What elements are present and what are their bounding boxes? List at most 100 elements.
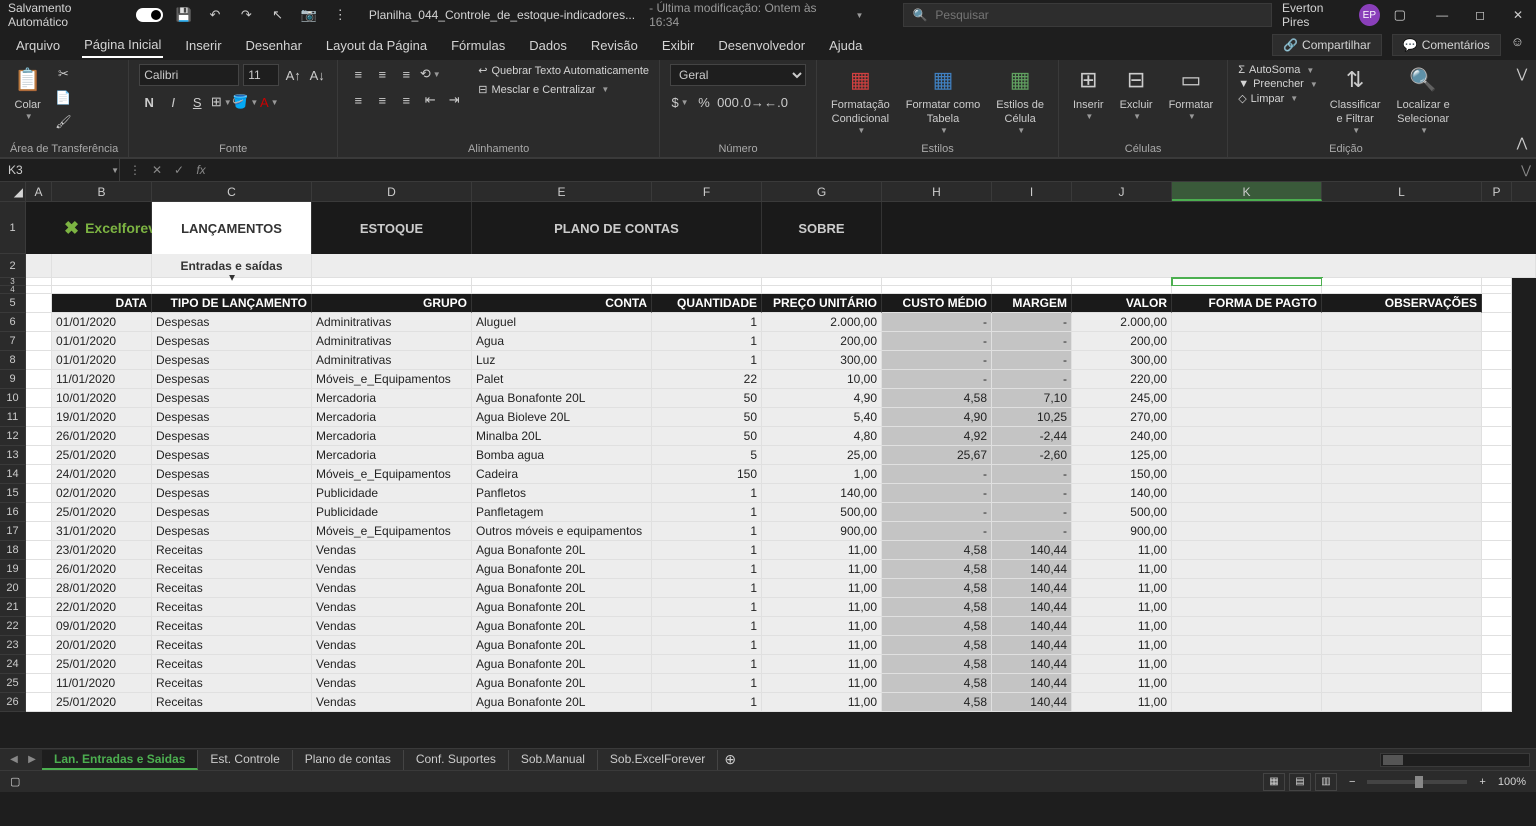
sheet-tab[interactable]: Sob.Manual — [509, 750, 598, 770]
row-header-17[interactable]: 17 — [0, 522, 26, 541]
cell[interactable]: 10,00 — [762, 370, 882, 389]
cell[interactable]: -2,44 — [992, 427, 1072, 446]
menu-tab-desenhar[interactable]: Desenhar — [244, 34, 304, 57]
align-center-icon[interactable]: ≡ — [372, 90, 392, 110]
cell[interactable] — [1322, 427, 1482, 446]
cell[interactable]: Mercadoria — [312, 408, 472, 427]
underline-icon[interactable]: S — [187, 92, 207, 112]
cell[interactable]: Bomba agua — [472, 446, 652, 465]
column-header-J[interactable]: J — [1072, 182, 1172, 201]
table-header[interactable]: CUSTO MÉDIO — [882, 294, 992, 313]
search-box[interactable]: 🔍 — [903, 3, 1272, 27]
cell[interactable]: 4,92 — [882, 427, 992, 446]
selected-cell[interactable] — [1172, 278, 1322, 286]
zoom-level[interactable]: 100% — [1498, 776, 1526, 788]
cell[interactable]: Vendas — [312, 655, 472, 674]
cell[interactable]: 140,44 — [992, 598, 1072, 617]
cell[interactable]: 500,00 — [762, 503, 882, 522]
cell[interactable]: - — [882, 370, 992, 389]
cell[interactable]: Despesas — [152, 503, 312, 522]
row-header-21[interactable]: 21 — [0, 598, 26, 617]
cell[interactable]: Receitas — [152, 636, 312, 655]
cell[interactable]: - — [992, 465, 1072, 484]
font-size-select[interactable] — [243, 64, 279, 86]
cell[interactable]: 4,58 — [882, 636, 992, 655]
menu-tab-revisão[interactable]: Revisão — [589, 34, 640, 57]
normal-view-icon[interactable]: ▦ — [1263, 773, 1285, 791]
clear-button[interactable]: ◇ Limpar▼ — [1238, 92, 1318, 105]
cell[interactable] — [1172, 484, 1322, 503]
cell[interactable]: 25/01/2020 — [52, 693, 152, 712]
cell[interactable] — [1172, 427, 1322, 446]
italic-icon[interactable]: I — [163, 92, 183, 112]
cell[interactable]: 125,00 — [1072, 446, 1172, 465]
table-header[interactable]: GRUPO — [312, 294, 472, 313]
row-header-13[interactable]: 13 — [0, 446, 26, 465]
page-break-view-icon[interactable]: ▥ — [1315, 773, 1337, 791]
scrollbar-thumb[interactable] — [1383, 755, 1403, 765]
column-header-A[interactable]: A — [26, 182, 52, 201]
cell[interactable]: 5 — [652, 446, 762, 465]
cell[interactable]: Despesas — [152, 370, 312, 389]
cell[interactable] — [1322, 351, 1482, 370]
ribbon-options-icon[interactable]: ⋀ — [1512, 133, 1532, 153]
cell[interactable]: Publicidade — [312, 503, 472, 522]
fx-icon[interactable]: fx — [192, 163, 210, 177]
merge-button[interactable]: ⊟Mesclar e Centralizar▼ — [478, 83, 649, 96]
undo-icon[interactable]: ↶ — [204, 4, 225, 26]
cell[interactable]: 25/01/2020 — [52, 446, 152, 465]
cell[interactable]: 09/01/2020 — [52, 617, 152, 636]
cell[interactable]: 1 — [652, 332, 762, 351]
cell[interactable]: 11,00 — [1072, 579, 1172, 598]
row-header-10[interactable]: 10 — [0, 389, 26, 408]
cell[interactable]: - — [882, 351, 992, 370]
cell[interactable] — [1172, 389, 1322, 408]
menu-tab-página-inicial[interactable]: Página Inicial — [82, 33, 163, 58]
wrap-text-button[interactable]: ↩Quebrar Texto Automaticamente — [478, 64, 649, 77]
bold-icon[interactable]: N — [139, 92, 159, 112]
cell[interactable]: 11,00 — [762, 617, 882, 636]
row-header-8[interactable]: 8 — [0, 351, 26, 370]
cell[interactable]: 1 — [652, 560, 762, 579]
cell[interactable]: 1 — [652, 693, 762, 712]
cell[interactable]: 900,00 — [762, 522, 882, 541]
cell[interactable] — [1322, 408, 1482, 427]
cell[interactable]: 150,00 — [1072, 465, 1172, 484]
cell[interactable]: 270,00 — [1072, 408, 1172, 427]
cell[interactable]: Despesas — [152, 332, 312, 351]
nav-tab-plano-de-contas[interactable]: PLANO DE CONTAS — [472, 202, 762, 254]
cell[interactable]: Agua Bonafonte 20L — [472, 598, 652, 617]
cell[interactable] — [1172, 503, 1322, 522]
cell[interactable]: 10,25 — [992, 408, 1072, 427]
column-header-P[interactable]: P — [1482, 182, 1512, 201]
cell[interactable]: Agua Bonafonte 20L — [472, 693, 652, 712]
grid-body[interactable]: 1✖ExcelforeverLANÇAMENTOSESTOQUEPLANO DE… — [0, 202, 1536, 748]
cell[interactable] — [1322, 693, 1482, 712]
cell[interactable]: 26/01/2020 — [52, 427, 152, 446]
cell[interactable] — [1322, 598, 1482, 617]
cell[interactable]: 4,58 — [882, 617, 992, 636]
font-color-icon[interactable]: A▼ — [259, 92, 279, 112]
cell[interactable] — [1322, 560, 1482, 579]
cell[interactable] — [1322, 674, 1482, 693]
cell-reference-input[interactable] — [0, 163, 109, 177]
cell[interactable]: 11/01/2020 — [52, 674, 152, 693]
cell[interactable]: 1 — [652, 522, 762, 541]
cut-icon[interactable]: ✂ — [53, 64, 73, 84]
minimize-icon[interactable]: — — [1432, 8, 1452, 22]
cell[interactable]: 25/01/2020 — [52, 655, 152, 674]
align-middle-icon[interactable]: ≡ — [372, 64, 392, 84]
cell[interactable]: 4,58 — [882, 598, 992, 617]
cell[interactable]: 11,00 — [762, 541, 882, 560]
cell[interactable] — [1322, 636, 1482, 655]
column-header-K[interactable]: K — [1172, 182, 1322, 201]
column-header-H[interactable]: H — [882, 182, 992, 201]
cell[interactable]: 500,00 — [1072, 503, 1172, 522]
cell[interactable]: 02/01/2020 — [52, 484, 152, 503]
cell[interactable]: 11,00 — [1072, 693, 1172, 712]
find-select-button[interactable]: 🔍Localizar e Selecionar▼ — [1393, 64, 1454, 139]
border-icon[interactable]: ⊞▼ — [211, 92, 231, 112]
format-painter-icon[interactable]: 🖌 — [53, 112, 73, 132]
cell[interactable]: Palet — [472, 370, 652, 389]
cell[interactable]: 300,00 — [1072, 351, 1172, 370]
